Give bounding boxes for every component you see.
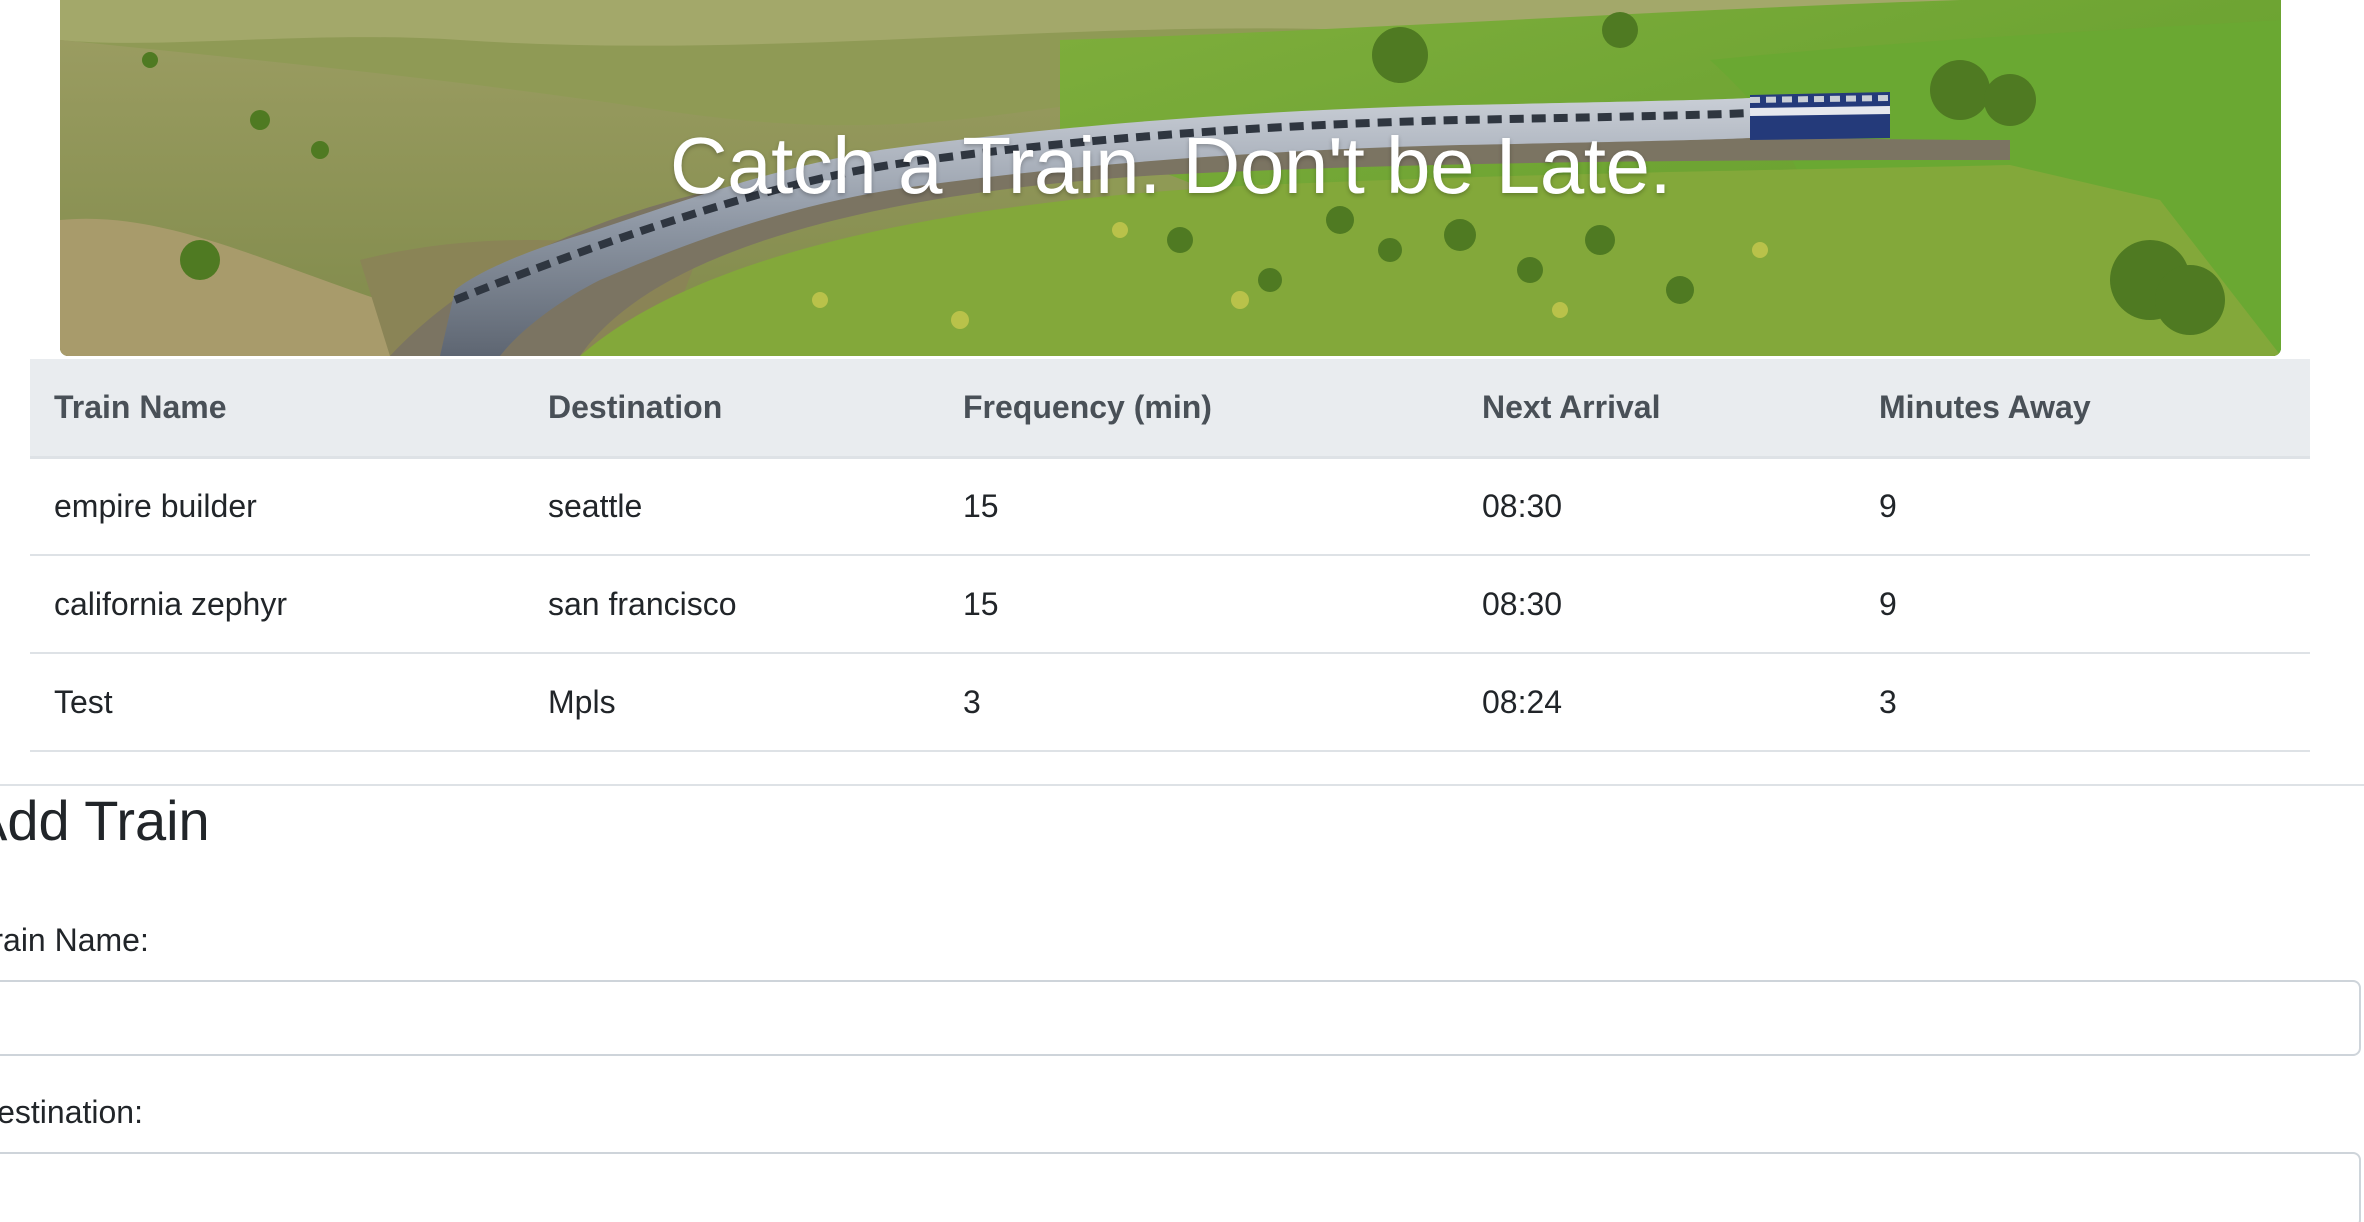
cell-frequency: 15	[939, 457, 1458, 556]
cell-frequency: 3	[939, 653, 1458, 752]
section-divider	[0, 784, 2364, 786]
page: Catch a Train. Don't be Late. Train Name…	[0, 0, 2364, 1222]
cell-minutes-away: 9	[1855, 555, 2310, 654]
column-header-train-name: Train Name	[30, 359, 524, 459]
train-schedule-table: Train Name Destination Frequency (min) N…	[30, 359, 2310, 752]
hero-title: Catch a Train. Don't be Late.	[669, 121, 1672, 210]
cell-destination: Mpls	[524, 653, 939, 752]
destination-label: Destination:	[0, 1094, 143, 1130]
column-header-frequency: Frequency (min)	[939, 359, 1458, 459]
column-header-minutes-away: Minutes Away	[1855, 359, 2310, 459]
cell-minutes-away: 9	[1855, 457, 2310, 556]
table-row: empire builder seattle 15 08:30 9	[30, 457, 2310, 556]
cell-minutes-away: 3	[1855, 653, 2310, 752]
train-name-label: Train Name:	[0, 922, 149, 958]
table-row: california zephyr san francisco 15 08:30…	[30, 555, 2310, 654]
cell-frequency: 15	[939, 555, 1458, 654]
cell-train-name: Test	[30, 653, 524, 752]
table-row: Test Mpls 3 08:24 3	[30, 653, 2310, 752]
hero-banner: Catch a Train. Don't be Late.	[60, 0, 2281, 356]
cell-next-arrival: 08:30	[1458, 457, 1855, 556]
cell-train-name: california zephyr	[30, 555, 524, 654]
cell-destination: san francisco	[524, 555, 939, 654]
add-train-heading: Add Train	[0, 789, 210, 852]
column-header-next-arrival: Next Arrival	[1458, 359, 1855, 459]
cell-train-name: empire builder	[30, 457, 524, 556]
table-header-row: Train Name Destination Frequency (min) N…	[30, 359, 2310, 459]
cell-next-arrival: 08:24	[1458, 653, 1855, 752]
cell-next-arrival: 08:30	[1458, 555, 1855, 654]
cell-destination: seattle	[524, 457, 939, 556]
column-header-destination: Destination	[524, 359, 939, 459]
destination-input[interactable]	[0, 1152, 2361, 1222]
train-name-input[interactable]	[0, 980, 2361, 1056]
